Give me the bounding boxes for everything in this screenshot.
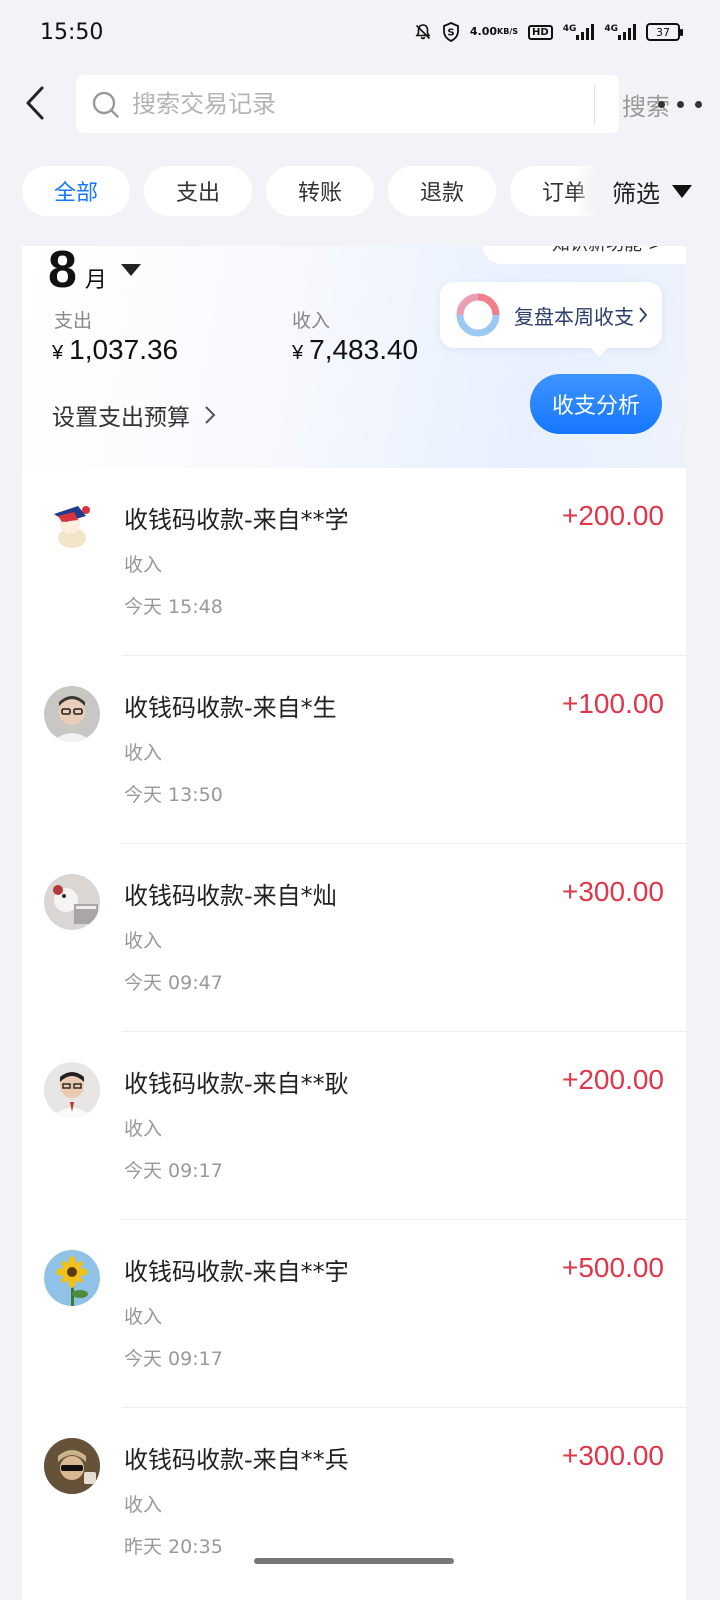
status-time: 15:50: [40, 19, 104, 45]
transaction-type: 收入: [124, 930, 163, 952]
income-expense-analysis-button[interactable]: 收支分析: [530, 374, 662, 434]
weekly-review-label: 复盘本周收支: [514, 304, 634, 329]
chip-expense[interactable]: 支出: [144, 166, 252, 216]
more-dot-icon: [695, 100, 702, 108]
transaction-amount: +100.00: [562, 688, 664, 719]
month-selector[interactable]: 8 月: [48, 246, 141, 300]
avatar: [44, 1062, 100, 1118]
avatar: [44, 874, 100, 930]
chip-all[interactable]: 全部: [22, 166, 130, 216]
transaction-row[interactable]: 收钱码收款-来自*灿 收入 今天 09:47 +300.00: [22, 844, 686, 1032]
caret-down-icon: [672, 184, 692, 198]
transaction-time: 昨天 20:35: [124, 1536, 223, 1558]
signal-icon-2: 4G: [604, 24, 636, 40]
transaction-title: 收钱码收款-来自*生: [124, 694, 337, 722]
transaction-title: 收钱码收款-来自**宇: [124, 1258, 349, 1286]
filter-chips: 全部 支出 转账 退款 订单 筛选: [0, 166, 720, 218]
chip-refund[interactable]: 退款: [388, 166, 496, 216]
chip-transfer[interactable]: 转账: [266, 166, 374, 216]
transaction-row[interactable]: 收钱码收款-来自**兵 收入 昨天 20:35 +300.00: [22, 1408, 686, 1596]
donut-chart-icon: [456, 293, 500, 337]
transaction-amount: +500.00: [562, 1252, 664, 1283]
transaction-time: 今天 09:47: [124, 972, 223, 994]
chevron-right-icon: [639, 307, 648, 323]
transaction-title: 收钱码收款-来自**兵: [124, 1446, 349, 1474]
weekly-review-bubble[interactable]: 复盘本周收支: [440, 282, 662, 357]
more-dot-icon: [676, 100, 684, 108]
transaction-type: 收入: [124, 1118, 163, 1140]
transaction-type: 收入: [124, 554, 163, 576]
income-label: 收入: [292, 310, 331, 332]
search-icon: [92, 91, 119, 118]
expense-value: ¥1,037.36: [52, 334, 179, 365]
transaction-type: 收入: [124, 1306, 163, 1328]
status-icons: S 4.00 KB/S HD 4G 4G 37: [414, 22, 683, 42]
svg-text:S: S: [447, 28, 454, 39]
home-indicator[interactable]: [254, 1558, 454, 1564]
transaction-time: 今天 09:17: [124, 1160, 223, 1182]
mute-icon: [414, 23, 432, 41]
signal-icon: 4G: [563, 24, 595, 40]
transaction-title: 收钱码收款-来自**耿: [124, 1070, 349, 1098]
search-box[interactable]: 搜索: [76, 75, 670, 133]
feature-hint[interactable]: 知识新功能 >: [482, 246, 686, 264]
transaction-row[interactable]: 收钱码收款-来自*生 收入 今天 13:50 +100.00: [22, 656, 686, 844]
avatar: [44, 498, 100, 554]
month-unit: 月: [84, 268, 107, 293]
search-input[interactable]: [132, 75, 582, 133]
status-bar: 15:50 S 4.00 KB/S HD 4G 4G 37: [0, 0, 720, 64]
more-dot-icon: [658, 100, 665, 108]
network-speed: 4.00 KB/S: [469, 25, 519, 38]
avatar: [44, 1250, 100, 1306]
transaction-amount: +300.00: [562, 1440, 664, 1471]
filter-button[interactable]: 筛选: [596, 166, 720, 216]
transaction-row[interactable]: 收钱码收款-来自**耿 收入 今天 09:17 +200.00: [22, 1032, 686, 1220]
transaction-time: 今天 15:48: [124, 596, 223, 618]
avatar: [44, 1438, 100, 1494]
transaction-time: 今天 13:50: [124, 784, 223, 806]
hd-badge: HD: [528, 24, 553, 40]
transaction-amount: +200.00: [562, 500, 664, 531]
transaction-type: 收入: [124, 1494, 163, 1516]
more-button[interactable]: [658, 92, 702, 116]
transaction-row[interactable]: 收钱码收款-来自**宇 收入 今天 09:17 +500.00: [22, 1220, 686, 1408]
month-number: 8: [48, 246, 77, 299]
transaction-row[interactable]: 收钱码收款-来自**学 收入 今天 15:48 +200.00: [22, 468, 686, 656]
shield-icon: S: [442, 22, 460, 42]
battery-icon: 37: [646, 23, 683, 41]
transaction-list: 收钱码收款-来自**学 收入 今天 15:48 +200.00 收钱码收款-来自…: [22, 468, 686, 1600]
transaction-type: 收入: [124, 742, 163, 764]
caret-down-icon: [120, 264, 141, 276]
month-summary-card: 知识新功能 > 8 月 支出 ¥1,037.36 收入 ¥7,483.40 设置…: [22, 246, 686, 468]
transaction-amount: +300.00: [562, 876, 664, 907]
budget-label: 设置支出预算: [52, 405, 190, 431]
transaction-title: 收钱码收款-来自**学: [124, 506, 349, 534]
header: 搜索: [0, 70, 720, 136]
expense-label: 支出: [54, 310, 93, 332]
transaction-time: 今天 09:17: [124, 1348, 223, 1370]
filter-label: 筛选: [612, 179, 660, 208]
search-divider: [594, 85, 595, 125]
transaction-amount: +200.00: [562, 1064, 664, 1095]
transaction-title: 收钱码收款-来自*灿: [124, 882, 337, 910]
back-button[interactable]: [20, 84, 50, 122]
income-value: ¥7,483.40: [292, 334, 419, 365]
avatar: [44, 686, 100, 742]
set-budget-link[interactable]: 设置支出预算: [52, 398, 216, 432]
back-icon: [26, 86, 44, 120]
chevron-right-icon: [205, 406, 216, 424]
feature-hint-label: 知识新功能 >: [552, 246, 663, 256]
